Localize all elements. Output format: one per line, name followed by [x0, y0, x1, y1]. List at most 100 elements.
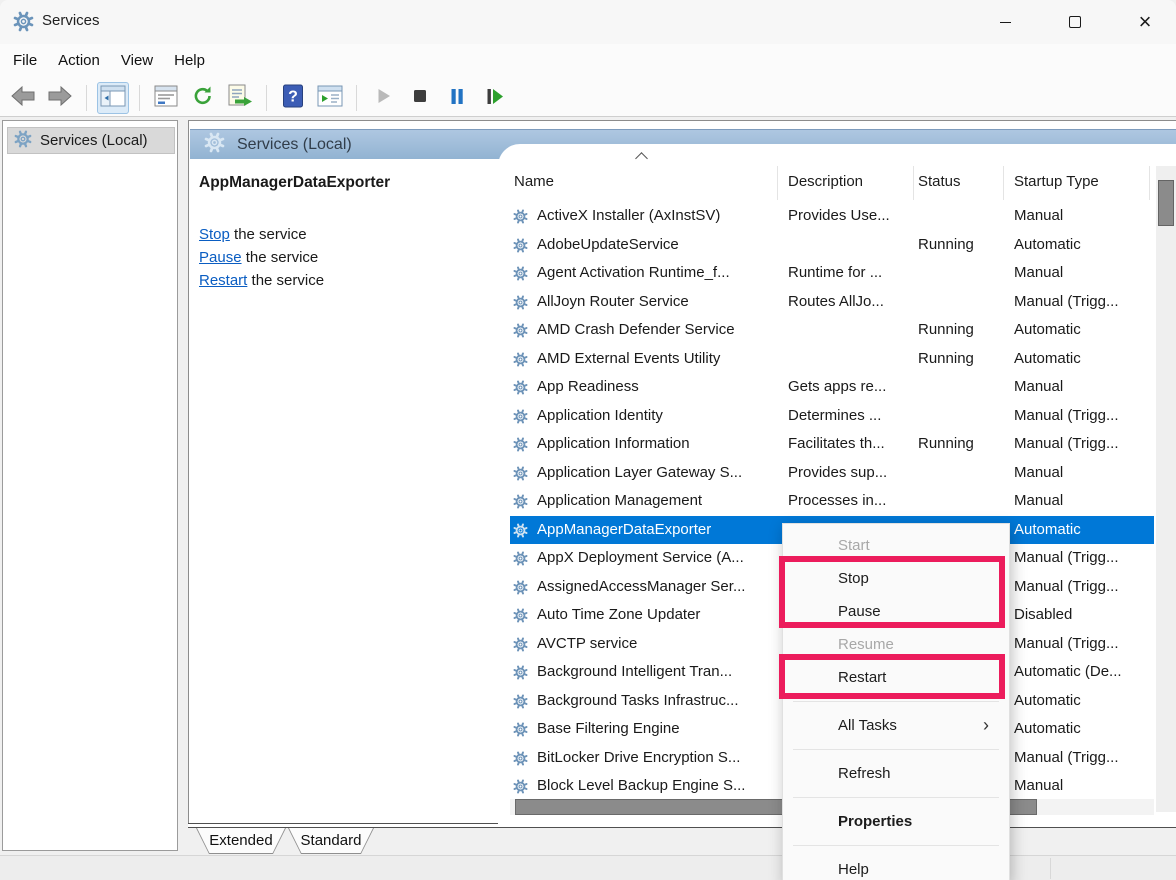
context-menu-item-properties[interactable]: Properties	[783, 805, 1009, 838]
maximize-icon	[1069, 16, 1081, 28]
service-startup-type: Manual	[1014, 259, 1152, 288]
context-menu-item-all-tasks[interactable]: All Tasks›	[783, 709, 1009, 742]
service-row[interactable]: AllJoyn Router ServiceRoutes AllJo...Man…	[510, 288, 1154, 317]
service-row[interactable]: Agent Activation Runtime_f...Runtime for…	[510, 259, 1154, 288]
context-menu-item-resume: Resume	[783, 628, 1009, 661]
context-menu-item-restart[interactable]: Restart	[783, 661, 1009, 694]
service-row[interactable]: Application InformationFacilitates th...…	[510, 430, 1154, 459]
pause-service-link[interactable]: Pause	[199, 249, 242, 266]
link-line: Stop the service	[199, 223, 324, 246]
menu-help[interactable]: Help	[174, 44, 205, 69]
column-divider[interactable]	[913, 166, 914, 200]
minimize-icon	[1000, 22, 1011, 23]
service-startup-type: Manual (Trigg...	[1014, 744, 1152, 773]
maximize-button[interactable]	[1052, 0, 1098, 44]
menu-action[interactable]: Action	[58, 44, 100, 69]
gear-icon	[204, 132, 225, 158]
column-header-status[interactable]: Status	[918, 173, 961, 190]
gear-icon	[513, 380, 528, 399]
tab-extended[interactable]: Extended	[196, 828, 286, 854]
tree-item-services-local[interactable]: Services (Local)	[7, 127, 175, 154]
status-bar-divider	[1050, 858, 1051, 879]
link-line: Pause the service	[199, 246, 324, 269]
column-header-startup-type[interactable]: Startup Type	[1014, 173, 1099, 190]
tab-label: Extended	[196, 828, 286, 854]
arrow-right-icon	[47, 84, 73, 113]
service-row[interactable]: Application IdentityDetermines ...Manual…	[510, 402, 1154, 431]
link-suffix: the service	[230, 226, 307, 243]
service-startup-type: Manual (Trigg...	[1014, 402, 1152, 431]
tab-label: Standard	[288, 828, 374, 854]
service-name: Application Information	[537, 430, 785, 459]
menu-separator	[793, 749, 999, 750]
menu-file[interactable]: File	[13, 44, 37, 69]
service-row[interactable]: ActiveX Installer (AxInstSV)Provides Use…	[510, 202, 1154, 231]
column-divider[interactable]	[777, 166, 778, 200]
back-button[interactable]	[7, 82, 39, 114]
vertical-scrollbar[interactable]	[1156, 166, 1176, 812]
service-name: AVCTP service	[537, 630, 785, 659]
menu-view[interactable]: View	[121, 44, 153, 69]
menu-item-label: All Tasks	[838, 717, 897, 734]
service-name: Auto Time Zone Updater	[537, 601, 785, 630]
service-row[interactable]: App ReadinessGets apps re...Manual	[510, 373, 1154, 402]
service-row[interactable]: Application ManagementProcesses in...Man…	[510, 487, 1154, 516]
context-menu-item-start: Start	[783, 529, 1009, 562]
menu-item-label: Resume	[838, 636, 894, 653]
export-list-button[interactable]	[224, 82, 256, 114]
service-startup-type: Manual (Trigg...	[1014, 288, 1152, 317]
gear-icon	[513, 722, 528, 741]
services-gear-icon	[13, 11, 34, 37]
minimize-button[interactable]	[982, 0, 1028, 44]
gear-icon	[513, 409, 528, 428]
tab-standard[interactable]: Standard	[288, 828, 374, 854]
restart-service-button[interactable]	[478, 82, 510, 114]
toolbar-separator	[139, 85, 140, 111]
forward-button[interactable]	[44, 82, 76, 114]
pause-service-button[interactable]	[441, 82, 473, 114]
menu-separator	[793, 797, 999, 798]
show-console-tree-button[interactable]	[97, 82, 129, 114]
restart-service-link[interactable]: Restart	[199, 272, 247, 289]
service-name: BitLocker Drive Encryption S...	[537, 744, 785, 773]
service-row[interactable]: AMD External Events UtilityRunningAutoma…	[510, 345, 1154, 374]
vertical-scrollbar-thumb[interactable]	[1158, 180, 1174, 226]
close-icon: ×	[1139, 12, 1152, 32]
column-divider[interactable]	[1003, 166, 1004, 200]
show-action-pane-button[interactable]	[314, 82, 346, 114]
column-header-name[interactable]: Name	[514, 173, 554, 190]
link-suffix: the service	[247, 272, 324, 289]
service-description: Gets apps re...	[788, 373, 914, 402]
content-header-title: Services (Local)	[237, 136, 352, 154]
stop-service-link[interactable]: Stop	[199, 226, 230, 243]
column-header-description[interactable]: Description	[788, 173, 863, 190]
toolbar-separator	[356, 85, 357, 111]
service-name: App Readiness	[537, 373, 785, 402]
title-bar: Services ×	[0, 0, 1176, 44]
service-row[interactable]: Application Layer Gateway S...Provides s…	[510, 459, 1154, 488]
context-menu-item-stop[interactable]: Stop	[783, 562, 1009, 595]
properties-button[interactable]	[150, 82, 182, 114]
refresh-button[interactable]	[187, 82, 219, 114]
menu-item-label: Refresh	[838, 765, 891, 782]
column-divider[interactable]	[1149, 166, 1150, 200]
menu-item-label: Pause	[838, 603, 881, 620]
context-menu-item-pause[interactable]: Pause	[783, 595, 1009, 628]
help-button[interactable]: ?	[277, 82, 309, 114]
close-button[interactable]: ×	[1122, 0, 1168, 44]
context-menu: Start Stop Pause Resume Restart All Tasks› Ref…	[782, 523, 1010, 880]
window-tree-icon	[100, 85, 126, 112]
service-row[interactable]: AMD Crash Defender ServiceRunningAutomat…	[510, 316, 1154, 345]
gear-icon	[513, 751, 528, 770]
start-service-button[interactable]	[367, 82, 399, 114]
context-menu-item-help[interactable]: Help	[783, 853, 1009, 880]
menu-bar: File Action View Help	[0, 44, 1176, 80]
gear-icon	[513, 665, 528, 684]
stop-service-button[interactable]	[404, 82, 436, 114]
sort-ascending-icon	[635, 152, 648, 165]
service-row[interactable]: AdobeUpdateServiceRunningAutomatic	[510, 231, 1154, 260]
service-startup-type: Disabled	[1014, 601, 1152, 630]
service-startup-type: Manual (Trigg...	[1014, 630, 1152, 659]
menu-item-label: Stop	[838, 570, 869, 587]
context-menu-item-refresh[interactable]: Refresh	[783, 757, 1009, 790]
